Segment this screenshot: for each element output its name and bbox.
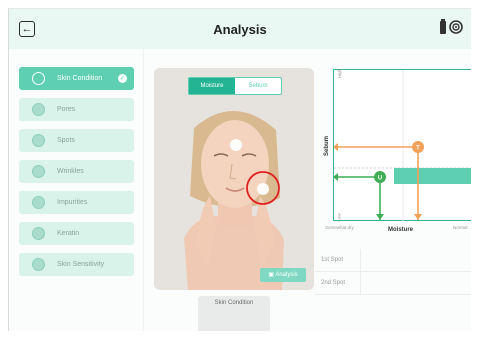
sensitivity-icon: [32, 258, 45, 271]
analysis-button[interactable]: ▣ Analysis: [260, 268, 306, 282]
face-photo: [154, 68, 314, 290]
analysis-icon: ▣: [268, 272, 274, 278]
wifi-icon: [449, 20, 463, 34]
toggle-sebum[interactable]: Sebum: [235, 78, 281, 94]
app-frame: ← Analysis Skin Condition ✓ Pores Spots: [8, 8, 471, 331]
marker-u-label: U: [378, 176, 382, 182]
sidebar-item-label: Pores: [57, 106, 76, 113]
normal-range-band: [394, 168, 471, 184]
moisture-sebum-toggle: Moisture Sebum: [188, 77, 282, 95]
sidebar-item-label: Skin Sensitivity: [57, 261, 105, 268]
row-divider: [360, 249, 361, 271]
sidebar-item-wrinkles[interactable]: Wrinkles: [19, 160, 134, 183]
list-item[interactable]: 2nd Spot: [315, 272, 471, 295]
spot-list: 1st Spot 2nd Spot: [315, 249, 471, 295]
measure-point-forehead: [230, 139, 242, 151]
list-item[interactable]: 1st Spot: [315, 249, 471, 272]
x-axis-label: Moisture: [388, 227, 414, 233]
sidebar-item-skin-condition[interactable]: Skin Condition ✓: [19, 67, 134, 90]
battery-icon: [440, 18, 446, 34]
column-divider: [143, 49, 144, 331]
chart-plot-area: T U: [333, 69, 471, 222]
skin-condition-card: Skin Condition: [198, 296, 270, 331]
spots-icon: [32, 134, 45, 147]
wrinkles-icon: [32, 165, 45, 178]
arrow-down-icon: [376, 214, 384, 220]
sidebar-item-label: Keratin: [57, 230, 80, 237]
row-divider: [360, 272, 361, 294]
impurities-icon: [32, 196, 45, 209]
sidebar-item-impurities[interactable]: Impurities: [19, 191, 134, 214]
y-tick-high: High: [337, 68, 343, 79]
sidebar-item-label: Skin Condition: [57, 75, 103, 82]
check-icon: ✓: [118, 74, 127, 83]
face-icon: [32, 72, 45, 85]
sidebar-item-label: Wrinkles: [57, 168, 84, 175]
measure-point-cheek: [257, 183, 269, 195]
face-photo-card: Moisture Sebum ▣ Analysis: [154, 68, 314, 290]
spot-label: 1st Spot: [321, 257, 344, 263]
sidebar-item-spots[interactable]: Spots: [19, 129, 134, 152]
y-axis-label: Sebum: [324, 135, 331, 157]
marker-t-label: T: [416, 146, 420, 152]
chart-svg: T U: [334, 70, 471, 222]
sidebar-item-label: Impurities: [57, 199, 88, 206]
arrow-left-icon: [334, 143, 338, 151]
pores-icon: [32, 103, 45, 116]
sidebar-item-skin-sensitivity[interactable]: Skin Sensitivity: [19, 253, 134, 276]
y-tick-low: Low: [336, 213, 342, 222]
arrow-down-icon: [414, 214, 422, 220]
skin-condition-title: Skin Condition: [214, 300, 254, 306]
status-icons: [440, 18, 463, 34]
page-title: Analysis: [213, 22, 267, 37]
spot-label: 2nd Spot: [321, 280, 346, 286]
sidebar-item-keratin[interactable]: Keratin: [19, 222, 134, 245]
analysis-button-label: Analysis: [275, 272, 298, 278]
toggle-moisture[interactable]: Moisture: [189, 78, 235, 94]
sidebar-item-pores[interactable]: Pores: [19, 98, 134, 121]
x-tick-somewhat-dry: Somewhat dry: [325, 225, 354, 230]
arrow-left-icon: [334, 173, 338, 181]
keratin-icon: [32, 227, 45, 240]
moisture-sebum-chart: T U Sebum Moisture High Low Somewhat dry…: [323, 67, 471, 245]
header-bar: ← Analysis: [9, 9, 471, 49]
sidebar: Skin Condition ✓ Pores Spots Wrinkles Im…: [19, 67, 134, 284]
sidebar-item-label: Spots: [57, 137, 75, 144]
x-tick-normal: Normal: [453, 225, 468, 230]
